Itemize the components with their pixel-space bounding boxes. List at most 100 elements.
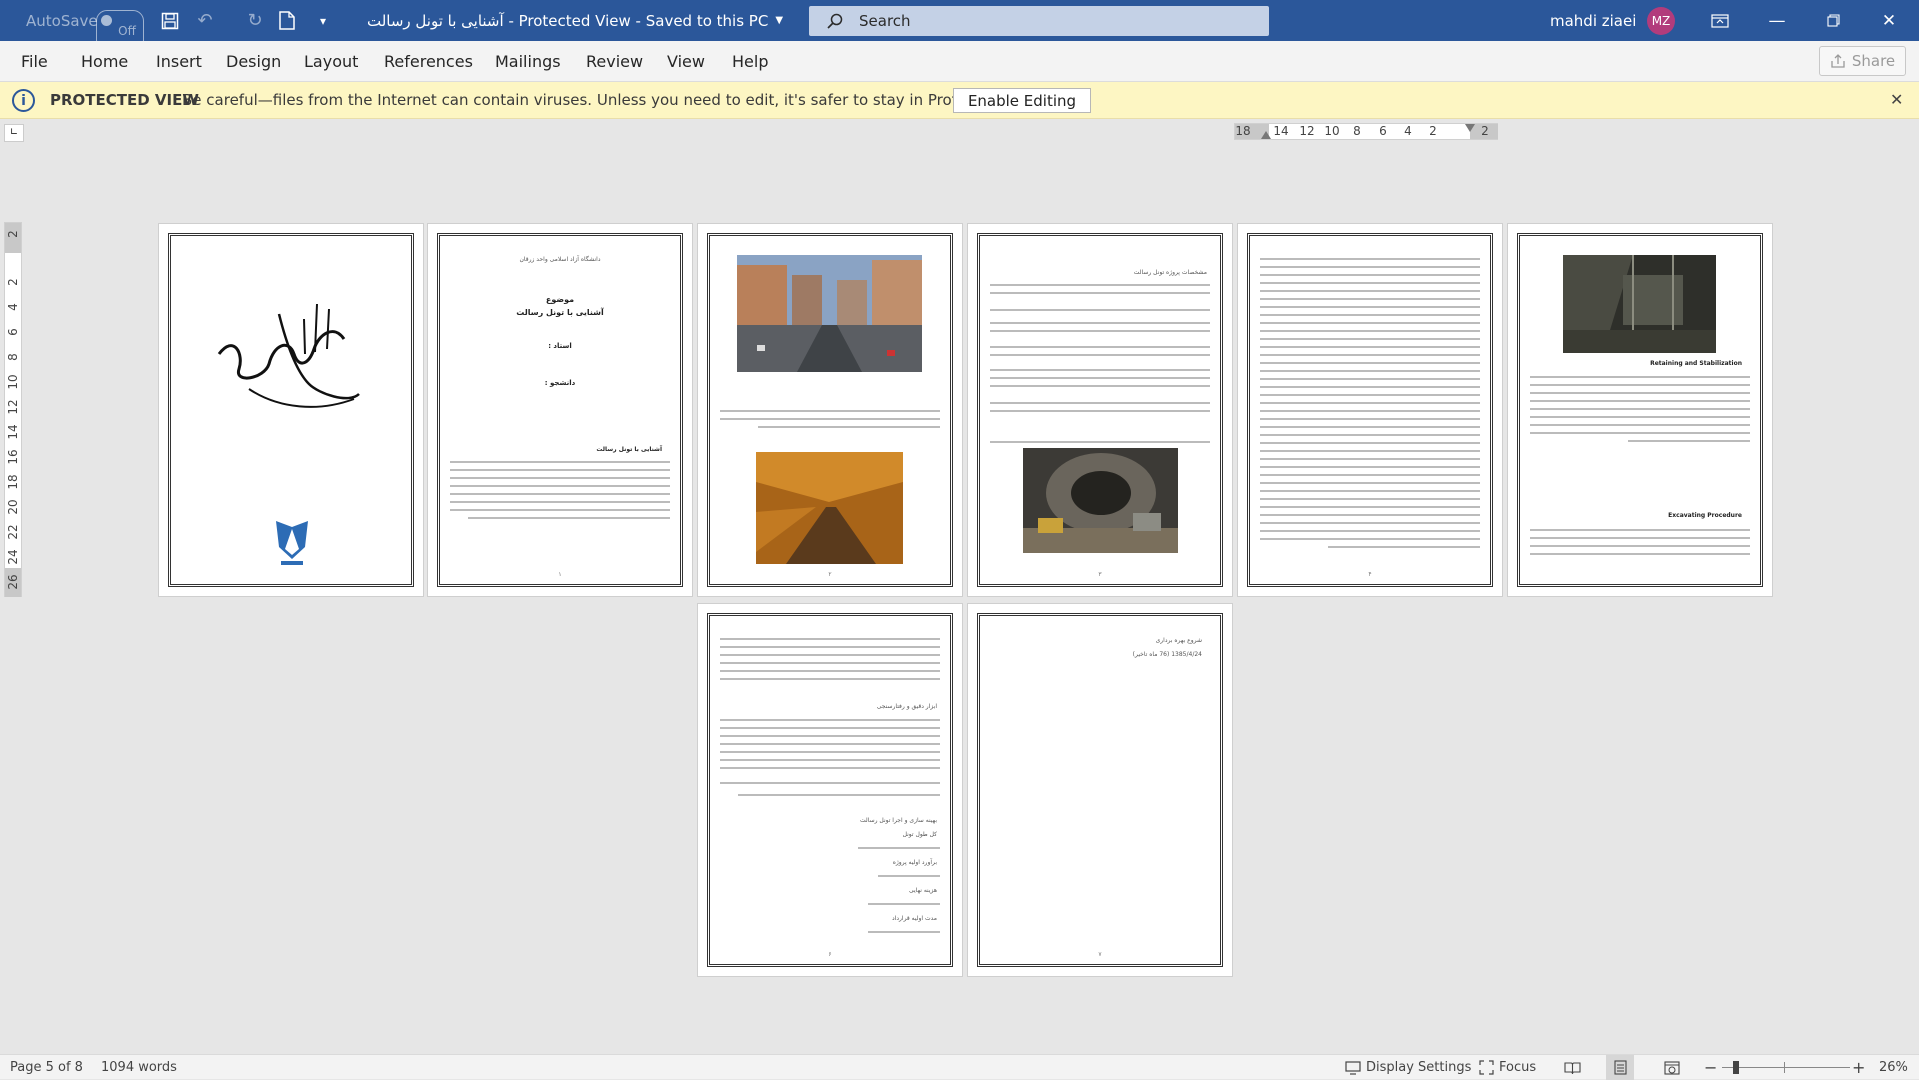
zoom-out-icon[interactable]: −: [1704, 1055, 1717, 1080]
text-line: [990, 402, 1210, 404]
undo-icon[interactable]: ↶: [188, 0, 222, 41]
ribbon-display-icon[interactable]: [1697, 0, 1743, 41]
text-line: [1260, 322, 1480, 324]
text-line: [1260, 346, 1480, 348]
tab-mailings[interactable]: Mailings: [495, 41, 561, 82]
tab-review[interactable]: Review: [586, 41, 643, 82]
ruler-tick: 6: [1379, 124, 1387, 138]
text-line: [1260, 330, 1480, 332]
save-icon[interactable]: [153, 0, 187, 41]
text-line: [450, 461, 670, 463]
text-line: [990, 284, 1210, 286]
toggle-knob: [101, 15, 112, 26]
enable-editing-button[interactable]: Enable Editing: [953, 88, 1091, 113]
list-item: بهینه سازی و اجرا تونل رسالت: [860, 817, 937, 824]
page-1-thumbnail[interactable]: [158, 223, 424, 597]
ruler-tick: 2: [1481, 124, 1489, 138]
autosave-state: Off: [118, 23, 136, 38]
page-indicator[interactable]: Page 5 of 8: [10, 1055, 83, 1080]
info-shield-icon: i: [12, 89, 35, 112]
page-3-thumbnail[interactable]: ۲: [697, 223, 963, 597]
ruler-tick: 18: [1235, 124, 1251, 138]
customize-toolbar-icon[interactable]: ▾: [306, 0, 340, 41]
ruler-tick: 8: [6, 353, 20, 361]
tab-home[interactable]: Home: [81, 41, 128, 82]
word-count[interactable]: 1094 words: [101, 1055, 177, 1080]
ruler-tick: 2: [6, 278, 20, 286]
text-line: [1530, 424, 1750, 426]
restore-icon[interactable]: [1810, 0, 1856, 41]
tunnel-city-photo: [737, 255, 922, 372]
page-2-thumbnail[interactable]: دانشگاه آزاد اسلامی واحد زرقان موضوع آشن…: [427, 223, 693, 597]
print-layout-icon[interactable]: [1606, 1055, 1634, 1080]
list-item: هزینه نهایی: [908, 887, 937, 894]
text-line: [1260, 394, 1480, 396]
text-line: [990, 309, 1210, 311]
ruler-tick: 10: [6, 374, 20, 390]
autosave-label: AutoSave: [26, 11, 98, 30]
read-mode-icon[interactable]: [1564, 1055, 1581, 1080]
text-line: [720, 670, 940, 672]
avatar[interactable]: MZ: [1647, 7, 1675, 35]
ruler-tick: 22: [6, 524, 20, 540]
protected-view-message: Be careful—files from the Internet can c…: [182, 91, 1044, 109]
web-layout-icon[interactable]: [1664, 1055, 1680, 1080]
tab-layout[interactable]: Layout: [304, 41, 358, 82]
search-box[interactable]: Search: [809, 6, 1269, 36]
search-placeholder: Search: [859, 12, 911, 30]
ruler-tick: 8: [1353, 124, 1361, 138]
page-number: ۱: [558, 571, 562, 578]
tab-selector[interactable]: ∟: [4, 124, 24, 142]
section-heading: آشنایی با تونل رسالت: [596, 446, 662, 453]
share-button[interactable]: Share: [1819, 46, 1906, 76]
tab-references[interactable]: References: [384, 41, 473, 82]
page-7-thumbnail[interactable]: ابزار دقیق و رفتارسنجی بهینه سازی و اجرا…: [697, 603, 963, 977]
zoom-level[interactable]: 26%: [1879, 1055, 1908, 1080]
text-line: [720, 767, 940, 769]
user-name[interactable]: mahdi ziaei: [1550, 0, 1636, 41]
close-icon[interactable]: ✕: [1866, 0, 1912, 41]
text-line: [720, 646, 940, 648]
first-line-indent-icon[interactable]: [1465, 124, 1475, 132]
page-6-thumbnail[interactable]: Retaining and Stabilization Excavating P…: [1507, 223, 1773, 597]
zoom-thumb[interactable]: [1733, 1061, 1739, 1074]
text-line: [1530, 553, 1750, 555]
display-settings-button[interactable]: Display Settings: [1345, 1055, 1471, 1080]
close-bar-icon[interactable]: ✕: [1890, 90, 1903, 109]
text-line: [450, 485, 670, 487]
text-line: [738, 794, 940, 796]
tab-view[interactable]: View: [667, 41, 705, 82]
minimize-icon[interactable]: —: [1754, 0, 1800, 41]
text-line: [1260, 402, 1480, 404]
text-line-label: شروع بهره برداری: [1155, 637, 1202, 644]
page-8-thumbnail[interactable]: شروع بهره برداری 1385/4/24 (76 ماه تاخیر…: [967, 603, 1233, 977]
text-line: [990, 377, 1210, 379]
list-item: مدت اولیه قرارداد: [892, 915, 937, 922]
ruler-tick: 12: [1299, 124, 1315, 138]
text-line: [1260, 386, 1480, 388]
tab-design[interactable]: Design: [226, 41, 281, 82]
text-line: [1260, 410, 1480, 412]
subject-label: موضوع: [545, 295, 575, 304]
tab-help[interactable]: Help: [732, 41, 768, 82]
page-5-thumbnail[interactable]: ۴: [1237, 223, 1503, 597]
text-line: [1260, 314, 1480, 316]
text-line: [1260, 490, 1480, 492]
redo-icon[interactable]: ↻: [238, 0, 272, 41]
save-status[interactable]: Saved to this PC: [646, 12, 769, 30]
ruler-tick: 14: [1273, 124, 1289, 138]
chevron-down-icon[interactable]: ▼: [775, 15, 783, 26]
horizontal-ruler[interactable]: 18 14 12 10 8 6 4 2 2: [1234, 123, 1498, 140]
indent-marker-icon[interactable]: [1261, 131, 1271, 139]
zoom-in-icon[interactable]: +: [1852, 1055, 1865, 1080]
zoom-slider[interactable]: [1722, 1055, 1850, 1080]
tunnel-interior-photo: [756, 452, 903, 564]
tab-insert[interactable]: Insert: [156, 41, 202, 82]
text-line: [1260, 482, 1480, 484]
text-line: [1260, 498, 1480, 500]
page-4-thumbnail[interactable]: مشخصات پروژه تونل رسالت ۳: [967, 223, 1233, 597]
focus-button[interactable]: Focus: [1479, 1055, 1536, 1080]
vertical-ruler[interactable]: 2 2 4 6 8 10 12 14 16 18 20 22 24 26: [4, 222, 22, 597]
new-document-icon[interactable]: [270, 0, 304, 41]
tab-file[interactable]: File: [21, 41, 48, 82]
